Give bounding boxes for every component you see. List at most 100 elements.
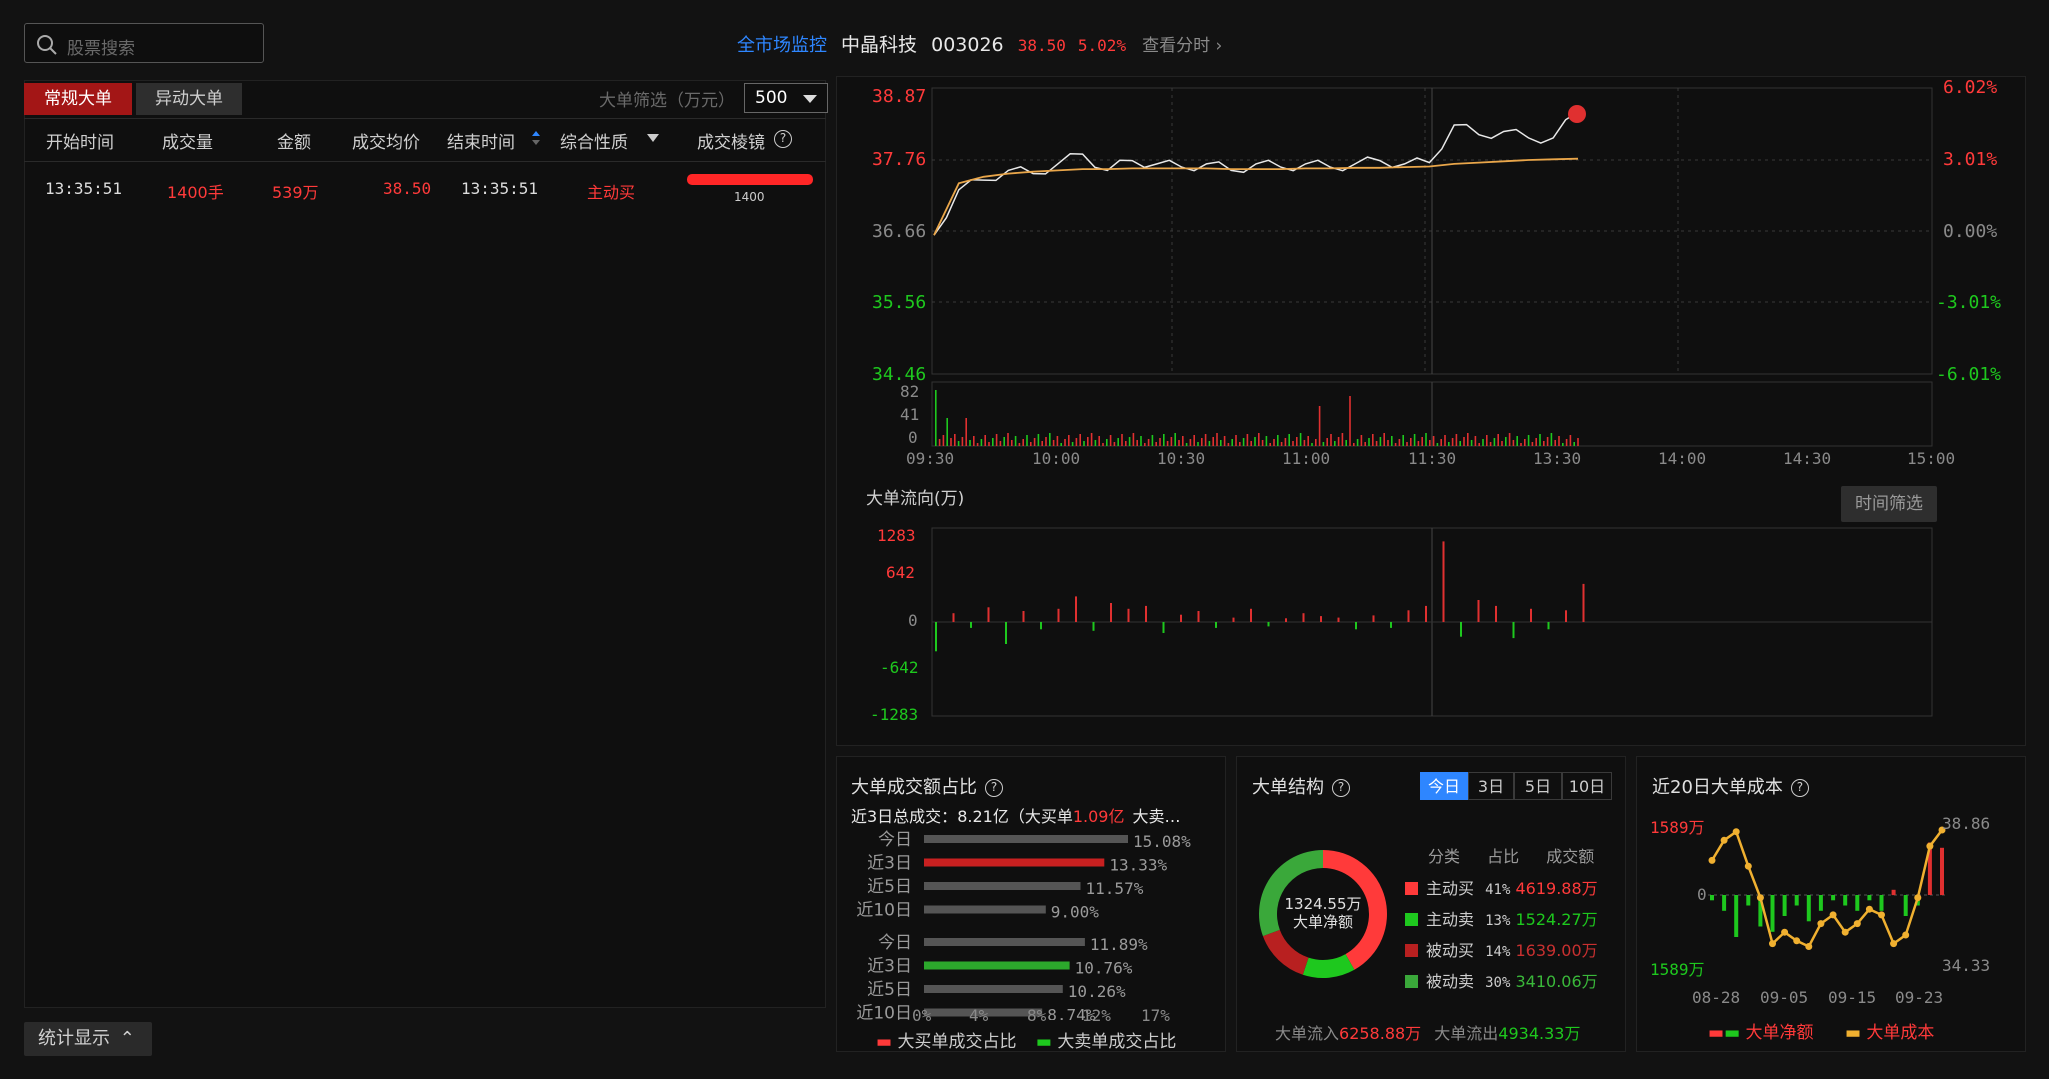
market-monitor-link[interactable]: 全市场监控 bbox=[737, 35, 827, 56]
filter-label: 大单筛选（万元） bbox=[599, 91, 735, 111]
cost-y-right-bottom: 34.33 bbox=[1942, 956, 1991, 975]
volume-bar bbox=[1565, 439, 1568, 446]
volume-bar bbox=[1174, 433, 1176, 446]
stat-display-button[interactable]: 统计显示 ⌃ bbox=[24, 1022, 152, 1056]
x-tick-1330: 13:30 bbox=[1533, 449, 1582, 468]
period-3d[interactable]: 3日 bbox=[1468, 772, 1514, 800]
ratio-row-value: 11.57% bbox=[1086, 879, 1144, 898]
nature-filter-icon[interactable] bbox=[647, 134, 659, 142]
volume-bar bbox=[1512, 440, 1515, 446]
ratio-row-label: 今日 bbox=[878, 830, 912, 850]
cost-point bbox=[1805, 943, 1813, 950]
volume-bar bbox=[1558, 436, 1560, 446]
chevron-right-icon: › bbox=[1215, 36, 1223, 56]
volume-bar bbox=[1052, 440, 1055, 446]
volume-bar bbox=[1033, 438, 1036, 446]
volume-bar bbox=[1140, 436, 1142, 446]
help-icon[interactable]: ? bbox=[774, 130, 792, 148]
cost-point bbox=[1769, 940, 1776, 948]
sort-icon[interactable] bbox=[531, 130, 541, 146]
volume-bar bbox=[1550, 433, 1553, 446]
volume-bar bbox=[1204, 434, 1207, 446]
tab-abnormal-orders[interactable]: 异动大单 bbox=[136, 83, 242, 115]
volume-bar bbox=[1018, 443, 1021, 446]
volume-bar bbox=[1497, 434, 1499, 446]
volume-bar bbox=[980, 439, 983, 446]
stock-search[interactable]: 股票搜索 bbox=[24, 23, 264, 63]
flow-bar bbox=[1250, 608, 1252, 622]
volume-bar bbox=[942, 435, 945, 446]
volume-bar bbox=[973, 436, 975, 446]
period-today[interactable]: 今日 bbox=[1420, 772, 1468, 800]
filter-select[interactable]: 500 bbox=[744, 83, 828, 113]
col-volume[interactable]: 成交量 bbox=[162, 128, 213, 153]
volume-bar bbox=[1007, 433, 1009, 446]
volume-bar bbox=[1307, 436, 1309, 446]
time-filter-button[interactable]: 时间筛选 bbox=[1841, 486, 1937, 522]
volume-bar bbox=[1068, 435, 1070, 446]
ratio-row-label: 近10日 bbox=[856, 1004, 912, 1021]
volume-bar bbox=[1387, 440, 1389, 446]
volume-bar bbox=[954, 434, 956, 446]
ratio-bar bbox=[924, 961, 1070, 970]
cost-x-3: 09-23 bbox=[1895, 988, 1944, 1007]
volume-bar bbox=[1337, 437, 1340, 446]
y-left-2: 36.66 bbox=[872, 221, 927, 242]
net-bar bbox=[1818, 895, 1823, 911]
col-end-time[interactable]: 结束时间 bbox=[447, 128, 515, 153]
volume-bar bbox=[1486, 435, 1488, 446]
volume-bar bbox=[1379, 437, 1382, 446]
cost-point bbox=[1853, 920, 1861, 928]
x-tick-1430: 14:30 bbox=[1783, 449, 1832, 468]
net-bar bbox=[1734, 895, 1739, 937]
volume-bar bbox=[1459, 441, 1461, 446]
cost-point bbox=[1708, 856, 1716, 864]
net-bar bbox=[1879, 895, 1884, 911]
volume-bar bbox=[992, 438, 994, 446]
prism-value: 1400 bbox=[734, 190, 765, 204]
cost-title: 近20日大单成本? bbox=[1652, 773, 1809, 799]
search-placeholder: 股票搜索 bbox=[67, 39, 135, 59]
view-minute-link[interactable]: 查看分时 › bbox=[1142, 36, 1222, 56]
volume-bar bbox=[1147, 439, 1150, 446]
prism-bar bbox=[687, 174, 813, 185]
volume-bar bbox=[1527, 435, 1530, 446]
stock-price: 38.50 bbox=[1017, 36, 1066, 55]
period-5d[interactable]: 5日 bbox=[1514, 772, 1562, 800]
col-avg-price[interactable]: 成交均价 bbox=[352, 128, 420, 153]
help-icon[interactable]: ? bbox=[1332, 779, 1350, 797]
cost-y-left-bottom: 1589万 bbox=[1650, 960, 1705, 979]
ratio-xtick-2: 8% bbox=[1027, 1006, 1047, 1025]
col-amount[interactable]: 金额 bbox=[277, 128, 311, 153]
intraday-chart[interactable] bbox=[836, 76, 2026, 746]
flow-bar bbox=[1197, 611, 1200, 622]
volume-bar bbox=[1258, 433, 1260, 446]
search-icon bbox=[37, 35, 57, 55]
cost-line bbox=[1710, 829, 1943, 949]
col-nature[interactable]: 综合性质 bbox=[560, 128, 628, 153]
col-start-time[interactable]: 开始时间 bbox=[46, 128, 114, 153]
volume-bar bbox=[1261, 440, 1264, 446]
volume-bar bbox=[1569, 435, 1572, 446]
volume-bar bbox=[1045, 437, 1047, 446]
flow-bar bbox=[1495, 605, 1497, 622]
period-10d[interactable]: 10日 bbox=[1562, 772, 1612, 800]
y-right-2: 0.00% bbox=[1943, 221, 1998, 242]
x-tick-1130: 11:30 bbox=[1408, 449, 1457, 468]
volume-bar bbox=[1277, 435, 1279, 446]
help-icon[interactable]: ? bbox=[1790, 779, 1809, 797]
flow-bar bbox=[952, 613, 955, 622]
net-bar bbox=[1891, 889, 1896, 896]
volume-bar bbox=[1121, 434, 1123, 446]
volume-bar bbox=[1231, 439, 1233, 446]
volume-bar bbox=[1113, 442, 1116, 446]
volume-bar bbox=[1383, 433, 1385, 446]
tab-regular-orders[interactable]: 常规大单 bbox=[24, 83, 132, 115]
volume-bar bbox=[1132, 433, 1135, 446]
volume-bar bbox=[1372, 434, 1374, 446]
help-icon[interactable]: ? bbox=[985, 779, 1003, 797]
flow-bar bbox=[1215, 622, 1217, 628]
net-bar bbox=[1746, 895, 1751, 906]
volume-bar bbox=[1060, 443, 1062, 446]
flow-title: 大单流向(万) bbox=[866, 489, 965, 509]
